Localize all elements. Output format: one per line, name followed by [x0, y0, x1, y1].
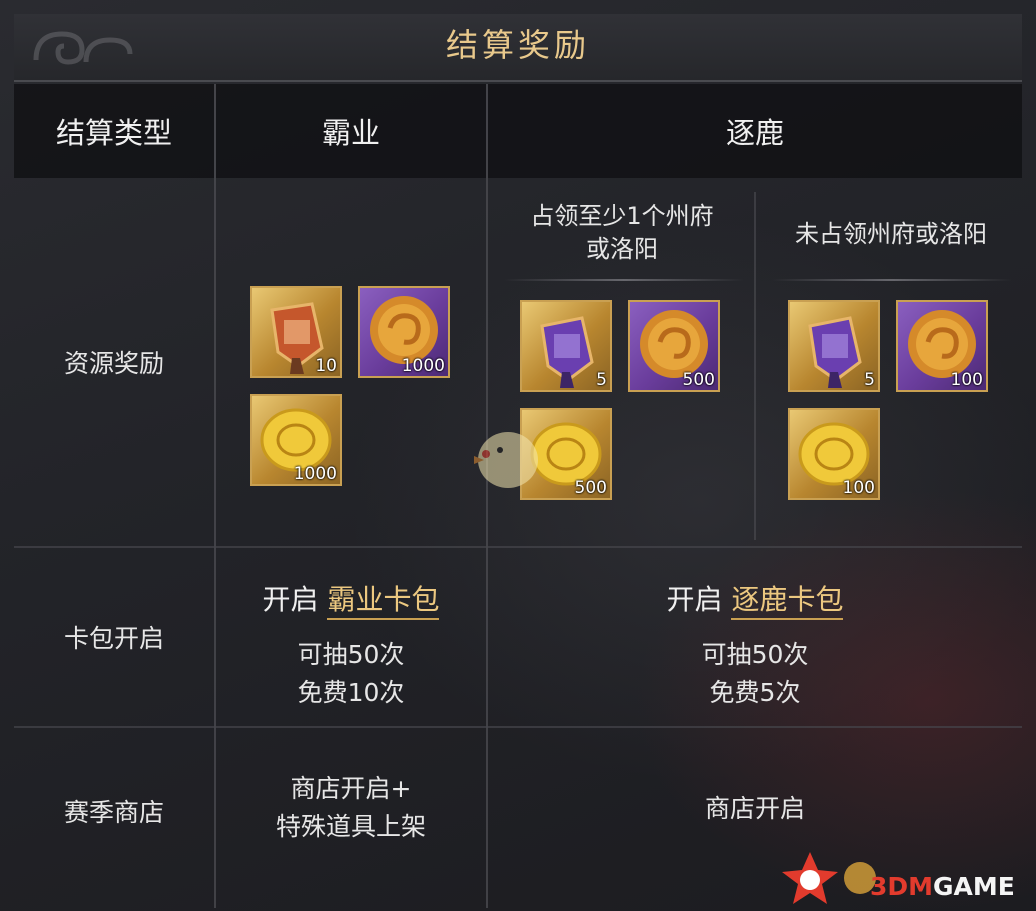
- card-pack-label: 卡包开启: [63, 624, 164, 653]
- header-baye-cell: 霸业: [216, 84, 486, 178]
- header-type-label: 结算类型: [55, 116, 172, 150]
- baye-draws: 可抽50次: [297, 640, 405, 669]
- reward-item-gold-coin[interactable]: 1000: [250, 394, 342, 486]
- reward-count: 100: [950, 370, 983, 390]
- subheader-underline: [772, 279, 1012, 281]
- reward-item-jade-coin[interactable]: 500: [628, 300, 720, 392]
- chick-watermark-icon: [474, 432, 538, 488]
- reward-item-jade-coin[interactable]: 100: [896, 300, 988, 392]
- 3dm-brand-text: 3DMGAME: [870, 872, 1015, 901]
- zhulu-draws: 可抽50次: [701, 640, 809, 669]
- reward-count: 100: [842, 478, 875, 498]
- header-type-cell: 结算类型: [14, 84, 214, 178]
- rewards-table: 结算类型 霸业 逐鹿 资源奖励 卡包开启 赛季商店 占领至少1个州府 或洛阳 未…: [14, 84, 1022, 908]
- subcolumn-divider: [754, 192, 756, 540]
- reward-item-zhulu-token[interactable]: 5: [520, 300, 612, 392]
- baye-card-pack-link[interactable]: 霸业卡包: [327, 583, 440, 620]
- page-title: 结算奖励: [445, 26, 590, 64]
- subheader-occupied: 占领至少1个州府 或洛阳: [530, 202, 714, 263]
- zhulu-card-pack-line: 开启 逐鹿卡包: [488, 578, 1022, 620]
- open-prefix: 开启: [666, 583, 723, 616]
- column-divider: [486, 84, 488, 908]
- zhulu-free: 免费5次: [709, 678, 801, 707]
- brand-white: GAME: [933, 872, 1015, 901]
- season-shop-label: 赛季商店: [63, 798, 164, 827]
- reward-count: 1000: [293, 464, 337, 484]
- row-label-resources: 资源奖励: [14, 178, 214, 546]
- reward-item-gold-coin[interactable]: 100: [788, 408, 880, 500]
- row-label-card-pack: 卡包开启: [14, 548, 214, 726]
- subheader-underline: [504, 279, 744, 281]
- reward-count: 500: [574, 478, 607, 498]
- open-prefix: 开启: [262, 583, 319, 616]
- subheader-not-occupied: 未占领州府或洛阳: [795, 220, 987, 248]
- title-bar: 结算奖励: [14, 14, 1022, 82]
- baye-season-shop: 商店开启+ 特殊道具上架: [275, 774, 426, 841]
- settlement-rewards-panel: 结算奖励 结算类型 霸业 逐鹿 资源奖励 卡包开启 赛季商店 占领至少1个州府 …: [0, 0, 1036, 911]
- header-zhulu-label: 逐鹿: [725, 116, 784, 150]
- reward-item-baye-token[interactable]: 10: [250, 286, 342, 378]
- row-label-season-shop: 赛季商店: [14, 728, 214, 894]
- zhulu-season-shop: 商店开启: [704, 794, 805, 823]
- reward-item-zhulu-token[interactable]: 5: [788, 300, 880, 392]
- reward-item-jade-coin[interactable]: 1000: [358, 286, 450, 378]
- baye-free: 免费10次: [297, 678, 405, 707]
- reward-count: 500: [682, 370, 715, 390]
- reward-count: 5: [596, 370, 607, 390]
- reward-count: 1000: [401, 356, 445, 376]
- baye-card-pack-line: 开启 霸业卡包: [216, 578, 486, 620]
- zhulu-card-pack-link[interactable]: 逐鹿卡包: [731, 583, 844, 620]
- reward-count: 5: [864, 370, 875, 390]
- header-baye-label: 霸业: [321, 116, 380, 150]
- brand-red: 3DM: [870, 872, 934, 901]
- reward-count: 10: [315, 356, 337, 376]
- resources-label: 资源奖励: [63, 349, 164, 378]
- header-zhulu-cell: 逐鹿: [488, 84, 1022, 178]
